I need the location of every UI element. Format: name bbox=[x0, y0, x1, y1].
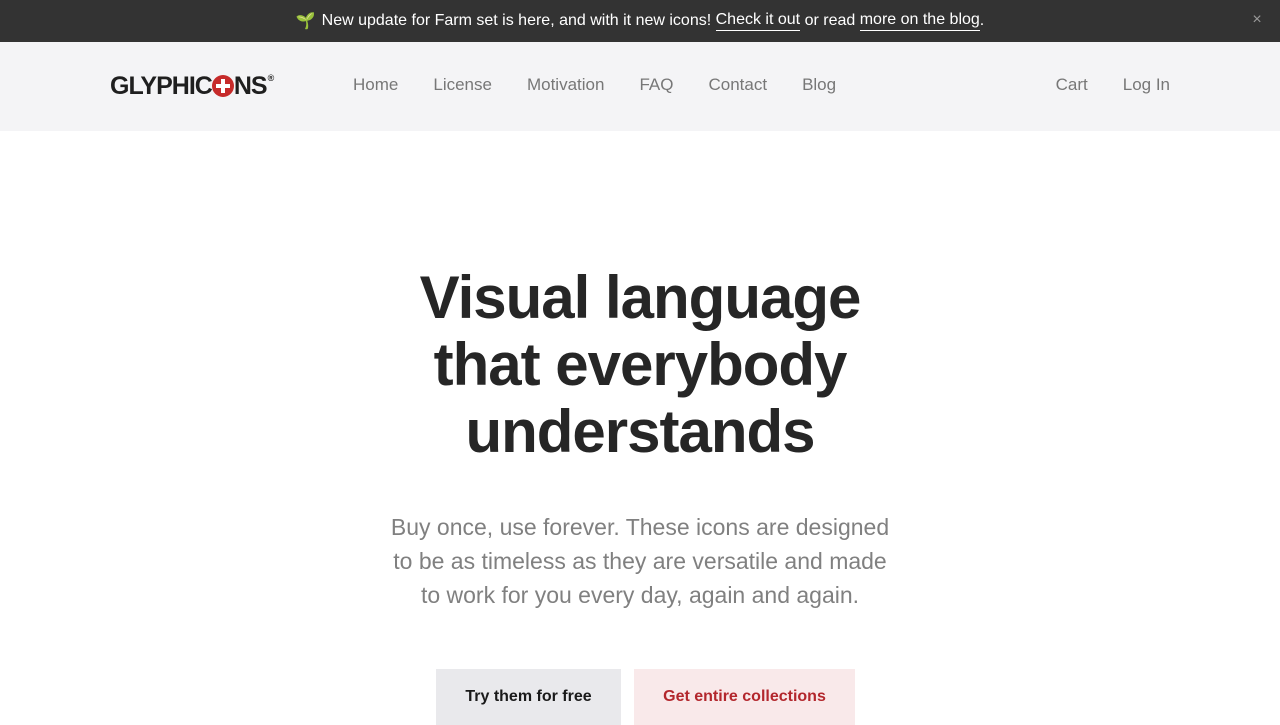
hero-title-line: that everybody bbox=[433, 331, 848, 398]
nav-login[interactable]: Log In bbox=[1123, 74, 1170, 96]
nav-cart[interactable]: Cart bbox=[1056, 74, 1088, 96]
announcement-period: . bbox=[979, 12, 985, 29]
site-header: GLYPHIC NS ® Home License Motivation FAQ C… bbox=[0, 42, 1280, 131]
sprout-icon: 🌱 bbox=[295, 13, 316, 30]
hero-title-line: understands bbox=[465, 398, 815, 465]
logo[interactable]: GLYPHIC NS ® bbox=[110, 71, 275, 101]
announcement-bar: 🌱 New update for Farm set is here, and w… bbox=[0, 0, 1280, 42]
hero-subtitle-line: Buy once, use forever. These icons are d… bbox=[390, 514, 890, 540]
hero-subtitle-line: to be as timeless as they are versatile … bbox=[393, 548, 887, 574]
get-collections-button[interactable]: Get entire collections bbox=[634, 669, 855, 725]
nav-home[interactable]: Home bbox=[353, 74, 398, 96]
logo-text-right: NS bbox=[233, 71, 268, 100]
hero-title: Visual language that everybody understan… bbox=[340, 264, 940, 465]
cross-icon bbox=[211, 75, 234, 97]
close-icon[interactable]: × bbox=[1248, 11, 1266, 29]
nav-license[interactable]: License bbox=[433, 74, 492, 96]
try-free-button[interactable]: Try them for free bbox=[436, 669, 621, 725]
hero-subtitle: Buy once, use forever. These icons are d… bbox=[370, 510, 910, 612]
hero-subtitle-line: to work for you every day, again and aga… bbox=[420, 582, 860, 608]
nav-faq[interactable]: FAQ bbox=[639, 74, 673, 96]
logo-text-left: GLYPHIC bbox=[110, 71, 213, 100]
nav-motivation[interactable]: Motivation bbox=[527, 74, 604, 96]
nav-contact[interactable]: Contact bbox=[708, 74, 767, 96]
check-it-out-link[interactable]: Check it out bbox=[715, 11, 801, 31]
registered-mark: ® bbox=[267, 73, 275, 83]
blog-link[interactable]: more on the blog bbox=[859, 11, 980, 31]
account-nav: Cart Log In bbox=[1056, 74, 1170, 96]
hero-title-line: Visual language bbox=[419, 264, 862, 331]
announcement-text: New update for Farm set is here, and wit… bbox=[321, 12, 712, 29]
main-nav: Home License Motivation FAQ Contact Blog bbox=[353, 74, 871, 96]
nav-blog[interactable]: Blog bbox=[802, 74, 836, 96]
announcement-connector: or read bbox=[804, 12, 856, 29]
